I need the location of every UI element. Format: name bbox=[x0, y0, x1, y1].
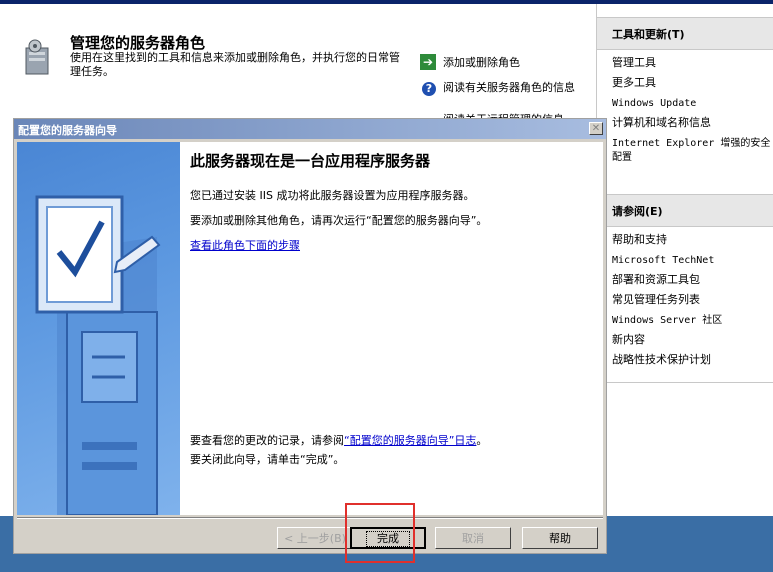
tools-item-computer-domain[interactable]: 计算机和域名称信息 bbox=[612, 116, 711, 130]
button-area-divider bbox=[17, 517, 603, 519]
page-title: 管理您的服务器角色 bbox=[70, 34, 206, 52]
cancel-button[interactable]: 取消 bbox=[435, 527, 511, 549]
tools-updates-header: 工具和更新(T) bbox=[597, 17, 773, 50]
tools-updates-title: 工具和更新(T) bbox=[612, 28, 685, 41]
see-also-whats-new[interactable]: 新内容 bbox=[612, 333, 645, 347]
help-icon: ? bbox=[422, 82, 436, 96]
view-role-steps-link[interactable]: 查看此角色下面的步骤 bbox=[190, 237, 300, 253]
wizard-log-line: 要查看您的更改的记录，请参阅“配置您的服务器向导”日志。 bbox=[190, 432, 487, 448]
see-also-title: 请参阅(E) bbox=[612, 205, 663, 218]
server-roles-icon bbox=[25, 39, 49, 75]
log-prefix-text: 要查看您的更改的记录，请参阅 bbox=[190, 434, 344, 447]
add-remove-role-link[interactable]: 添加或删除角色 bbox=[443, 56, 520, 70]
tools-item-windows-update[interactable]: Windows Update bbox=[612, 97, 696, 111]
see-also-technet[interactable]: Microsoft TechNet bbox=[612, 254, 714, 268]
wizard-success-text: 您已通过安装 IIS 成功将此服务器设置为应用程序服务器。 bbox=[190, 189, 475, 202]
right-panel: 工具和更新(T) 管理工具 更多工具 Windows Update 计算机和域名… bbox=[596, 4, 773, 516]
back-button[interactable]: < 上一步(B) bbox=[277, 527, 353, 549]
finish-highlight-box bbox=[345, 503, 415, 563]
arrow-right-icon: ➔ bbox=[420, 54, 436, 70]
tools-item-admin-tools[interactable]: 管理工具 bbox=[612, 56, 656, 70]
see-also-resource-kit[interactable]: 部署和资源工具包 bbox=[612, 273, 700, 287]
dialog-title: 配置您的服务器向导 bbox=[18, 124, 117, 137]
wizard-side-banner bbox=[17, 142, 180, 515]
close-instruction-text: 要关闭此向导，请单击“完成”。 bbox=[190, 453, 345, 466]
tools-item-more-tools[interactable]: 更多工具 bbox=[612, 76, 656, 90]
log-suffix-text: 。 bbox=[476, 434, 488, 447]
see-also-header: 请参阅(E) bbox=[597, 194, 773, 227]
wizard-rerun-text: 要添加或删除其他角色，请再次运行“配置您的服务器向导”。 bbox=[190, 214, 488, 227]
read-roles-link[interactable]: 阅读有关服务器角色的信息 bbox=[443, 81, 588, 95]
close-icon[interactable]: ✕ bbox=[589, 122, 603, 135]
wizard-heading: 此服务器现在是一台应用程序服务器 bbox=[190, 152, 431, 170]
right-panel-divider bbox=[597, 382, 773, 383]
see-also-admin-tasks[interactable]: 常见管理任务列表 bbox=[612, 293, 700, 307]
server-checklist-illustration bbox=[35, 195, 161, 515]
see-also-community[interactable]: Windows Server 社区 bbox=[612, 314, 722, 328]
see-also-help-support[interactable]: 帮助和支持 bbox=[612, 233, 667, 247]
tools-item-ie-esc[interactable]: Internet Explorer 增强的安全配置 bbox=[612, 137, 772, 165]
dialog-titlebar: 配置您的服务器向导 ✕ bbox=[14, 119, 606, 139]
page-description: 使用在这里找到的工具和信息来添加或删除角色，并执行您的日常管理任务。 bbox=[70, 51, 400, 78]
wizard-content: 此服务器现在是一台应用程序服务器 您已通过安装 IIS 成功将此服务器设置为应用… bbox=[180, 142, 603, 515]
see-also-security-plan[interactable]: 战略性技术保护计划 bbox=[612, 353, 711, 367]
wizard-log-link[interactable]: “配置您的服务器向导”日志 bbox=[344, 434, 476, 447]
configure-server-wizard-dialog: 配置您的服务器向导 ✕ 此服务器现在是一台应用程序服务器 您已通过安装 IIS … bbox=[13, 118, 607, 554]
help-button[interactable]: 帮助 bbox=[522, 527, 598, 549]
